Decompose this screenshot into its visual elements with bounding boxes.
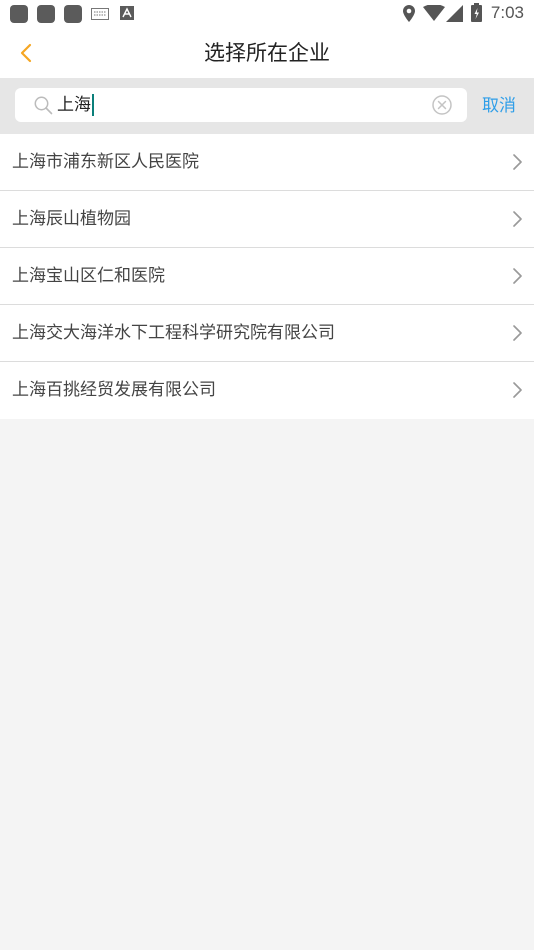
clock: 7:03 xyxy=(490,3,524,22)
search-input-value: 上海 xyxy=(57,95,91,115)
notification-icon xyxy=(10,5,28,23)
list-item-label: 上海辰山植物园 xyxy=(12,209,131,229)
clear-icon[interactable] xyxy=(432,95,452,115)
location-icon xyxy=(403,5,415,22)
list-item[interactable]: 上海宝山区仁和医院 xyxy=(0,248,534,305)
cancel-button[interactable]: 取消 xyxy=(482,78,528,134)
nav-bar: 选择所在企业 xyxy=(0,28,534,78)
list-item-label: 上海市浦东新区人民医院 xyxy=(12,152,199,172)
list-item[interactable]: 上海百挑经贸发展有限公司 xyxy=(0,362,534,419)
result-list: 上海市浦东新区人民医院 上海辰山植物园 上海宝山区仁和医院 上海交大海洋水下工程… xyxy=(0,134,534,419)
list-item[interactable]: 上海辰山植物园 xyxy=(0,191,534,248)
list-item-label: 上海交大海洋水下工程科学研究院有限公司 xyxy=(12,323,335,343)
notification-icon xyxy=(64,5,82,23)
wifi-icon xyxy=(423,5,445,21)
status-bar: 7:03 xyxy=(0,0,534,28)
search-input[interactable]: 上海 xyxy=(57,88,427,122)
search-box[interactable]: 上海 xyxy=(15,88,467,122)
chevron-right-icon xyxy=(513,325,522,341)
text-caret xyxy=(92,94,94,116)
chevron-left-icon xyxy=(20,43,32,63)
keyboard-icon xyxy=(91,8,109,20)
search-icon xyxy=(34,96,53,115)
list-item-label: 上海宝山区仁和医院 xyxy=(12,266,165,286)
chevron-right-icon xyxy=(513,382,522,398)
text-a-icon xyxy=(120,6,134,20)
back-button[interactable] xyxy=(8,35,44,71)
page-title: 选择所在企业 xyxy=(204,41,330,65)
list-item-label: 上海百挑经贸发展有限公司 xyxy=(12,380,216,400)
chevron-right-icon xyxy=(513,154,522,170)
search-bar: 上海 取消 xyxy=(0,78,534,134)
list-item[interactable]: 上海市浦东新区人民医院 xyxy=(0,134,534,191)
list-item[interactable]: 上海交大海洋水下工程科学研究院有限公司 xyxy=(0,305,534,362)
chevron-right-icon xyxy=(513,211,522,227)
signal-icon xyxy=(446,5,463,22)
battery-icon xyxy=(471,3,482,22)
chevron-right-icon xyxy=(513,268,522,284)
notification-icon xyxy=(37,5,55,23)
